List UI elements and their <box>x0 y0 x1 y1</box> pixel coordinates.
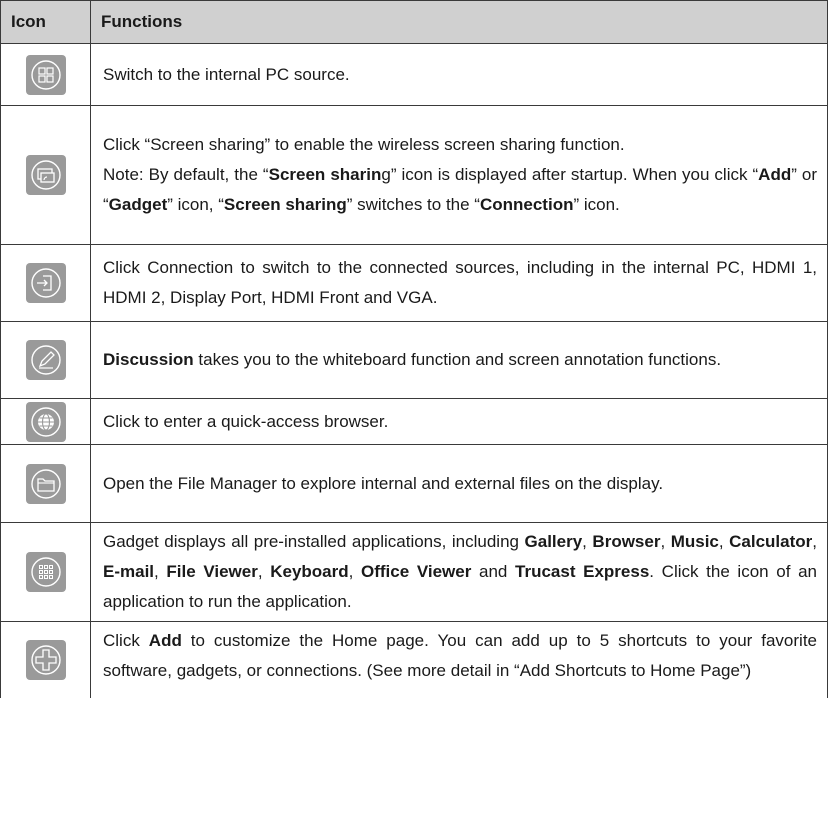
text-segment: , <box>257 562 271 581</box>
text-segment: Click Connection to switch to the connec… <box>103 258 817 307</box>
table-row: Click Add to customize the Home page. Yo… <box>0 621 828 698</box>
icon-cell <box>0 244 91 322</box>
function-description: Discussion takes you to the whiteboard f… <box>90 321 828 399</box>
icon-cell <box>0 444 91 523</box>
table-row: Discussion takes you to the whiteboard f… <box>0 321 828 399</box>
icon-cell <box>0 321 91 399</box>
text-segment: , <box>812 532 818 551</box>
bold-term: Music <box>670 532 719 551</box>
icon-cell <box>0 621 91 698</box>
bold-term: Connection <box>479 195 574 214</box>
table-header-row: Icon Functions <box>0 0 828 44</box>
text-segment: Switch to the internal PC source. <box>103 64 350 84</box>
bold-term: Calculator <box>729 532 813 551</box>
table-row: Open the File Manager to explore interna… <box>0 444 828 523</box>
text-segment: and <box>471 562 516 581</box>
bold-term: Keyboard <box>270 562 349 581</box>
function-description: Click to enter a quick-access browser. <box>90 398 828 445</box>
bold-term: E-mail <box>103 562 155 581</box>
table-row: Click to enter a quick-access browser. <box>0 398 828 445</box>
bold-term: Gadget <box>108 195 168 214</box>
connection-icon <box>25 263 66 303</box>
text-segment: Open the File Manager to explore interna… <box>103 473 664 493</box>
text-segment: to customize the Home page. You can add … <box>103 631 818 680</box>
text-segment: , <box>154 562 167 581</box>
bold-term: Office Viewer <box>361 562 472 581</box>
table-row: Switch to the internal PC source. <box>0 43 828 106</box>
screen-sharing-icon <box>25 155 66 195</box>
icon-cell <box>0 105 91 245</box>
text-segment: , <box>582 532 593 551</box>
functions-column-header: Functions <box>90 0 828 44</box>
text-segment: , <box>718 532 730 551</box>
function-description: Click Connection to switch to the connec… <box>90 244 828 322</box>
icon-cell <box>0 522 91 622</box>
text-segment: Click to enter a quick-access browser. <box>103 411 389 431</box>
text-segment: Click “Screen sharing” to enable the wir… <box>103 135 625 154</box>
text-segment: Note: By default, the “ <box>103 165 269 184</box>
text-segment: g” icon is displayed after startup. When… <box>381 165 759 184</box>
functions-table: Icon Functions Switch to the internal PC… <box>0 0 828 698</box>
icon-cell <box>0 43 91 106</box>
function-description: Click “Screen sharing” to enable the wir… <box>90 105 828 245</box>
table-row: Gadget displays all pre-installed applic… <box>0 522 828 622</box>
bold-term: File Viewer <box>166 562 258 581</box>
bold-term: Screen sharin <box>268 165 382 184</box>
icon-column-header: Icon <box>0 0 91 44</box>
text-segment: ” icon, “ <box>167 195 224 214</box>
bold-term: Add <box>758 165 792 184</box>
file-manager-icon <box>25 463 66 504</box>
bold-term: Browser <box>592 532 661 551</box>
icon-cell <box>0 398 91 445</box>
add-icon <box>25 639 66 680</box>
text-segment: Click <box>103 631 149 650</box>
function-description: Open the File Manager to explore interna… <box>90 444 828 523</box>
text-segment: Gadget displays all pre-installed applic… <box>103 532 525 551</box>
function-description: Switch to the internal PC source. <box>90 43 828 106</box>
table-row: Click Connection to switch to the connec… <box>0 244 828 322</box>
function-description: Click Add to customize the Home page. Yo… <box>90 621 828 698</box>
text-segment: , <box>348 562 362 581</box>
bold-term: Add <box>148 631 182 650</box>
text-segment: , <box>660 532 671 551</box>
bold-term: Discussion <box>103 350 194 369</box>
bold-term: Screen sharing <box>223 195 347 214</box>
text-segment: ” switches to the “ <box>346 195 480 214</box>
text-segment: takes you to the whiteboard function and… <box>193 350 722 369</box>
pc-source-icon <box>25 54 66 95</box>
function-description: Gadget displays all pre-installed applic… <box>90 522 828 622</box>
discussion-icon <box>25 340 66 380</box>
bold-term: Gallery <box>524 532 583 551</box>
text-segment: ” icon. <box>573 195 620 214</box>
table-row: Click “Screen sharing” to enable the wir… <box>0 105 828 245</box>
bold-term: Trucast Express <box>515 562 650 581</box>
browser-icon <box>25 401 66 442</box>
gadget-icon <box>25 552 66 592</box>
